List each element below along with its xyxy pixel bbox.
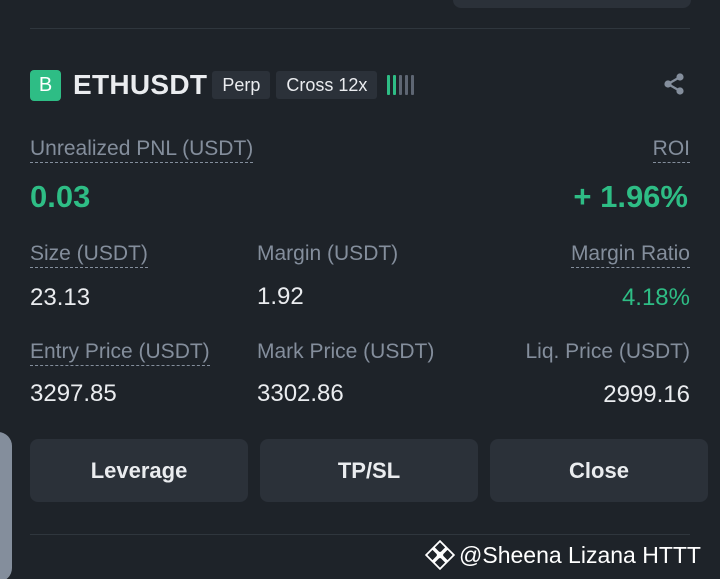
roi-value: + 1.96% <box>573 179 688 214</box>
watermark-text: @Sheena Lizana HTTT <box>459 541 701 568</box>
risk-bar <box>399 75 403 95</box>
unrealized-pnl-value: 0.03 <box>30 179 91 214</box>
mark-price-label: Mark Price (USDT) <box>257 340 435 363</box>
liq-price-label: Liq. Price (USDT) <box>525 340 690 363</box>
risk-bar <box>393 75 397 95</box>
share-icon[interactable] <box>662 72 686 96</box>
unrealized-pnl-label[interactable]: Unrealized PNL (USDT) <box>30 137 254 163</box>
leverage-button[interactable]: Leverage <box>30 439 248 502</box>
position-header: B ETHUSDT Perp Cross 12x <box>30 68 415 102</box>
margin-value: 1.92 <box>257 283 304 310</box>
position-card: B ETHUSDT Perp Cross 12x Unrealized PNL … <box>0 0 720 579</box>
top-partial-button[interactable] <box>453 0 691 8</box>
risk-level-icon <box>387 75 415 95</box>
margin-label: Margin (USDT) <box>257 242 399 265</box>
watermark: @Sheena Lizana HTTT <box>425 540 701 570</box>
mark-price-value: 3302.86 <box>257 380 344 407</box>
contract-type-tag: Perp <box>212 71 271 99</box>
close-button[interactable]: Close <box>490 439 708 502</box>
direction-badge: B <box>30 69 61 101</box>
margin-ratio-value: 4.18% <box>621 284 690 311</box>
margin-mode-tag: Cross 12x <box>276 71 378 99</box>
entry-price-value: 3297.85 <box>30 380 117 407</box>
binance-logo-icon <box>425 540 455 570</box>
roi-label[interactable]: ROI <box>652 137 690 163</box>
side-panel-edge <box>0 432 12 579</box>
risk-bar <box>387 75 391 95</box>
margin-ratio-label[interactable]: Margin Ratio <box>570 242 690 268</box>
symbol-title[interactable]: ETHUSDT <box>73 69 207 101</box>
size-value: 23.13 <box>30 284 91 311</box>
size-label[interactable]: Size (USDT) <box>30 242 148 268</box>
risk-bar <box>405 75 409 95</box>
bottom-divider <box>30 534 690 535</box>
tpsl-button[interactable]: TP/SL <box>260 439 478 502</box>
liq-price-value: 2999.16 <box>603 381 690 408</box>
top-divider <box>30 28 690 29</box>
entry-price-label[interactable]: Entry Price (USDT) <box>30 340 210 366</box>
risk-bar <box>411 75 415 95</box>
